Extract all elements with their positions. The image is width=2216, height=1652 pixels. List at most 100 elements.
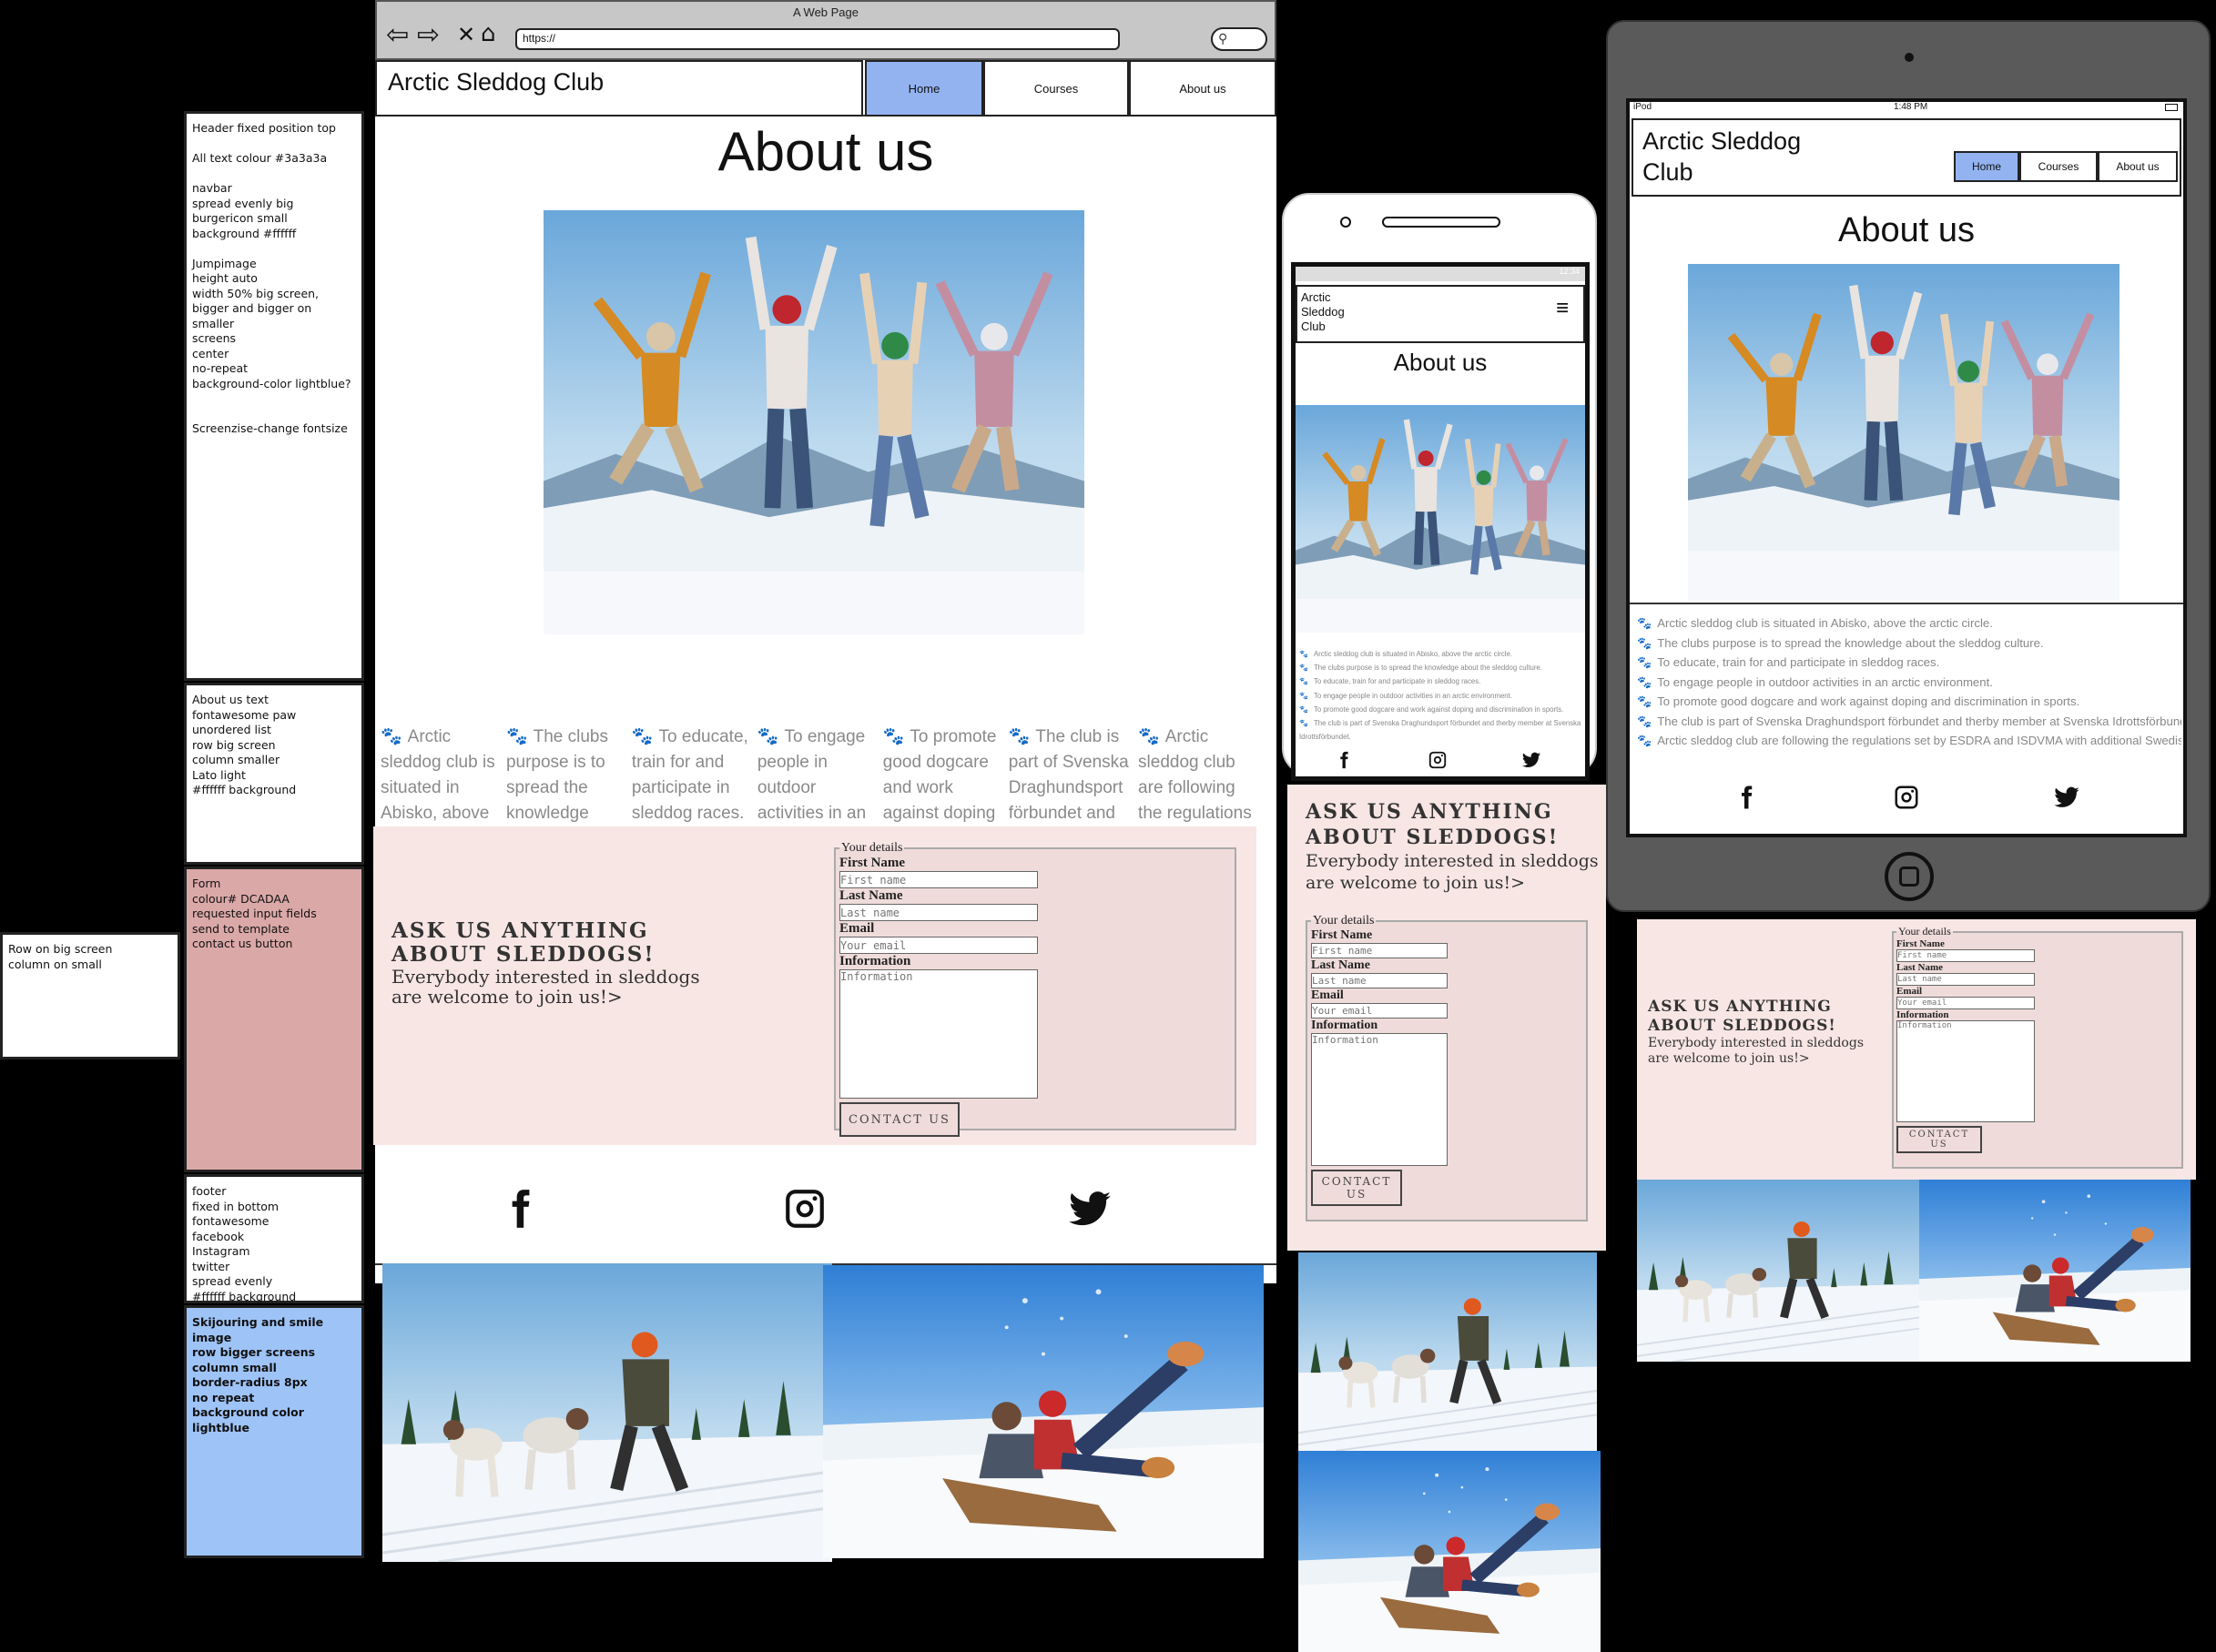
email-input[interactable] [1896, 997, 2035, 1009]
arrow-left-icon[interactable]: ⇦ [386, 22, 409, 49]
tablet-status-carrier: iPod [1633, 102, 1652, 112]
ask-subtext: Everybody interested in sleddogs are welc… [391, 966, 700, 1008]
phone-status-bar: 12:34 [1296, 267, 1585, 281]
phone-contact-form: Your details First Name Last Name Email … [1306, 914, 1588, 1221]
arrow-right-icon[interactable]: ⇨ [417, 22, 440, 49]
tablet-nav-courses[interactable]: Courses [2019, 151, 2098, 182]
information-textarea[interactable] [1896, 1020, 2035, 1122]
browser-window-title: A Web Page [792, 5, 859, 19]
first-name-input[interactable] [1311, 943, 1448, 958]
tablet-contact-section: ASK US ANYTHING ABOUT SLEDDOGS! Everybody… [1637, 919, 2196, 1180]
information-label: Information [839, 954, 911, 968]
information-label: Information [1311, 1019, 1378, 1032]
paw-icon: 🐾 [1299, 719, 1308, 728]
twitter-icon[interactable] [2053, 784, 2080, 811]
instagram-icon[interactable] [1893, 784, 1920, 811]
tablet-header: Arctic Sleddog Club Home Courses About us [1632, 118, 2181, 197]
form-legend: Your details [841, 841, 903, 855]
facebook-icon[interactable] [497, 1186, 543, 1231]
jump-hero-image [544, 210, 1084, 634]
tablet-ask-block: ASK US ANYTHING ABOUT SLEDDOGS! Everybody… [1648, 998, 1864, 1067]
tablet-contact-form: Your details First Name Last Name Email … [1892, 925, 2183, 1169]
last-name-input[interactable] [839, 904, 1038, 921]
phone-page-title: About us [1393, 349, 1488, 376]
paw-icon: 🐾 [1637, 694, 1652, 708]
tablet-divider [1630, 603, 2183, 604]
paw-icon: 🐾 [882, 727, 905, 746]
tablet-camera [1905, 53, 1914, 62]
contact-us-button[interactable]: CONTACT US [1311, 1170, 1402, 1206]
note-images-spec: Skijouring and smile image row bigger sc… [184, 1305, 364, 1558]
twitter-icon[interactable] [1067, 1186, 1113, 1231]
tablet-status-time: 1:48 PM [1894, 102, 1928, 112]
about-item: 🐾 To promote good dogcare and work agains… [1299, 704, 1564, 714]
nav-courses[interactable]: Courses [983, 60, 1129, 117]
tablet-sledding-image [1919, 1180, 2191, 1362]
phone-status-time: 12:34 [1559, 267, 1580, 276]
first-name-label: First Name [839, 856, 906, 870]
paw-icon: 🐾 [1637, 655, 1652, 669]
contact-us-button[interactable]: CONTACT US [1896, 1126, 1982, 1153]
tablet-nav-home[interactable]: Home [1954, 151, 2019, 182]
phone-skijoring-image [1298, 1252, 1597, 1451]
instagram-icon[interactable] [782, 1186, 828, 1231]
phone-camera [1340, 217, 1351, 228]
email-label: Email [839, 921, 875, 936]
about-item: 🐾 The clubs purpose is to spread the know… [1637, 635, 2044, 650]
last-name-label: Last Name [1896, 962, 1944, 973]
information-textarea[interactable] [1311, 1033, 1448, 1166]
phone-ask-subtext: Everybody interested in sleddogs are welc… [1306, 851, 1599, 893]
about-item: 🐾 To educate, train for and participate i… [1637, 655, 1940, 669]
nav-home[interactable]: Home [865, 60, 983, 117]
phone-header: Arctic Sleddog Club ≡ [1296, 285, 1585, 343]
information-textarea[interactable] [839, 969, 1038, 1099]
paw-icon: 🐾 [1299, 691, 1308, 700]
note-form-spec: Form colour# DCADAA requested input fiel… [184, 867, 364, 1172]
facebook-icon[interactable] [1733, 784, 1760, 811]
tablet-nav-about[interactable]: About us [2098, 151, 2178, 182]
last-name-input[interactable] [1311, 973, 1448, 988]
phone-logo[interactable]: Arctic Sleddog Club [1301, 290, 1345, 334]
tablet-ask-heading: ASK US ANYTHING ABOUT SLEDDOGS! [1648, 998, 1836, 1035]
first-name-label: First Name [1311, 928, 1373, 942]
paw-icon: 🐾 [757, 727, 779, 746]
site-header: Arctic Sleddog Club Home Courses About u… [375, 60, 1276, 117]
last-name-label: Last Name [1311, 958, 1370, 972]
phone-speaker [1382, 217, 1500, 228]
x-icon[interactable]: ✕ [457, 24, 475, 46]
note-header-spec: Header fixed position top All text colou… [184, 111, 364, 681]
page-title: About us [717, 121, 934, 182]
contact-us-button[interactable]: CONTACT US [839, 1102, 960, 1137]
last-name-label: Last Name [839, 888, 903, 903]
search-field[interactable]: ⚲ [1211, 27, 1267, 51]
tablet-jump-image [1688, 264, 2119, 601]
tablet-logo[interactable]: Arctic Sleddog Club [1642, 126, 1801, 187]
facebook-icon[interactable] [1334, 750, 1354, 770]
email-input[interactable] [839, 937, 1038, 954]
phone-footer [1296, 746, 1579, 774]
twitter-icon[interactable] [1521, 750, 1541, 770]
desktop-footer [377, 1147, 1233, 1271]
tablet-footer [1666, 779, 2147, 816]
paw-icon: 🐾 [381, 727, 402, 746]
paw-icon: 🐾 [1637, 734, 1652, 747]
about-item: 🐾 Arctic sleddog club is situated in Abis… [1637, 616, 1993, 630]
site-logo[interactable]: Arctic Sleddog Club [375, 60, 863, 117]
home-button-icon[interactable] [1885, 852, 1934, 901]
last-name-input[interactable] [1896, 973, 2035, 986]
ask-block: ASK US ANYTHING ABOUT SLEDDOGS! Everybody… [391, 919, 700, 1008]
home-icon[interactable]: ⌂ [481, 22, 496, 46]
url-bar[interactable]: https:// [515, 28, 1120, 50]
phone-contact-section: ASK US ANYTHING ABOUT SLEDDOGS! Everybody… [1287, 785, 1606, 1251]
about-item: 🐾 To promote good dogcare and work agains… [1637, 694, 2080, 708]
first-name-input[interactable] [1896, 949, 2035, 962]
paw-icon: 🐾 [631, 727, 654, 746]
email-input[interactable] [1311, 1003, 1448, 1019]
paw-icon: 🐾 [1637, 616, 1652, 630]
hamburger-icon[interactable]: ≡ [1556, 298, 1569, 319]
instagram-icon[interactable] [1428, 750, 1448, 770]
tablet-about-list: 🐾 Arctic sleddog club is situated in Abis… [1637, 613, 2181, 757]
note-row-spec: Row on big screen column on small [0, 932, 180, 1059]
nav-about[interactable]: About us [1129, 60, 1276, 117]
first-name-input[interactable] [839, 871, 1038, 888]
